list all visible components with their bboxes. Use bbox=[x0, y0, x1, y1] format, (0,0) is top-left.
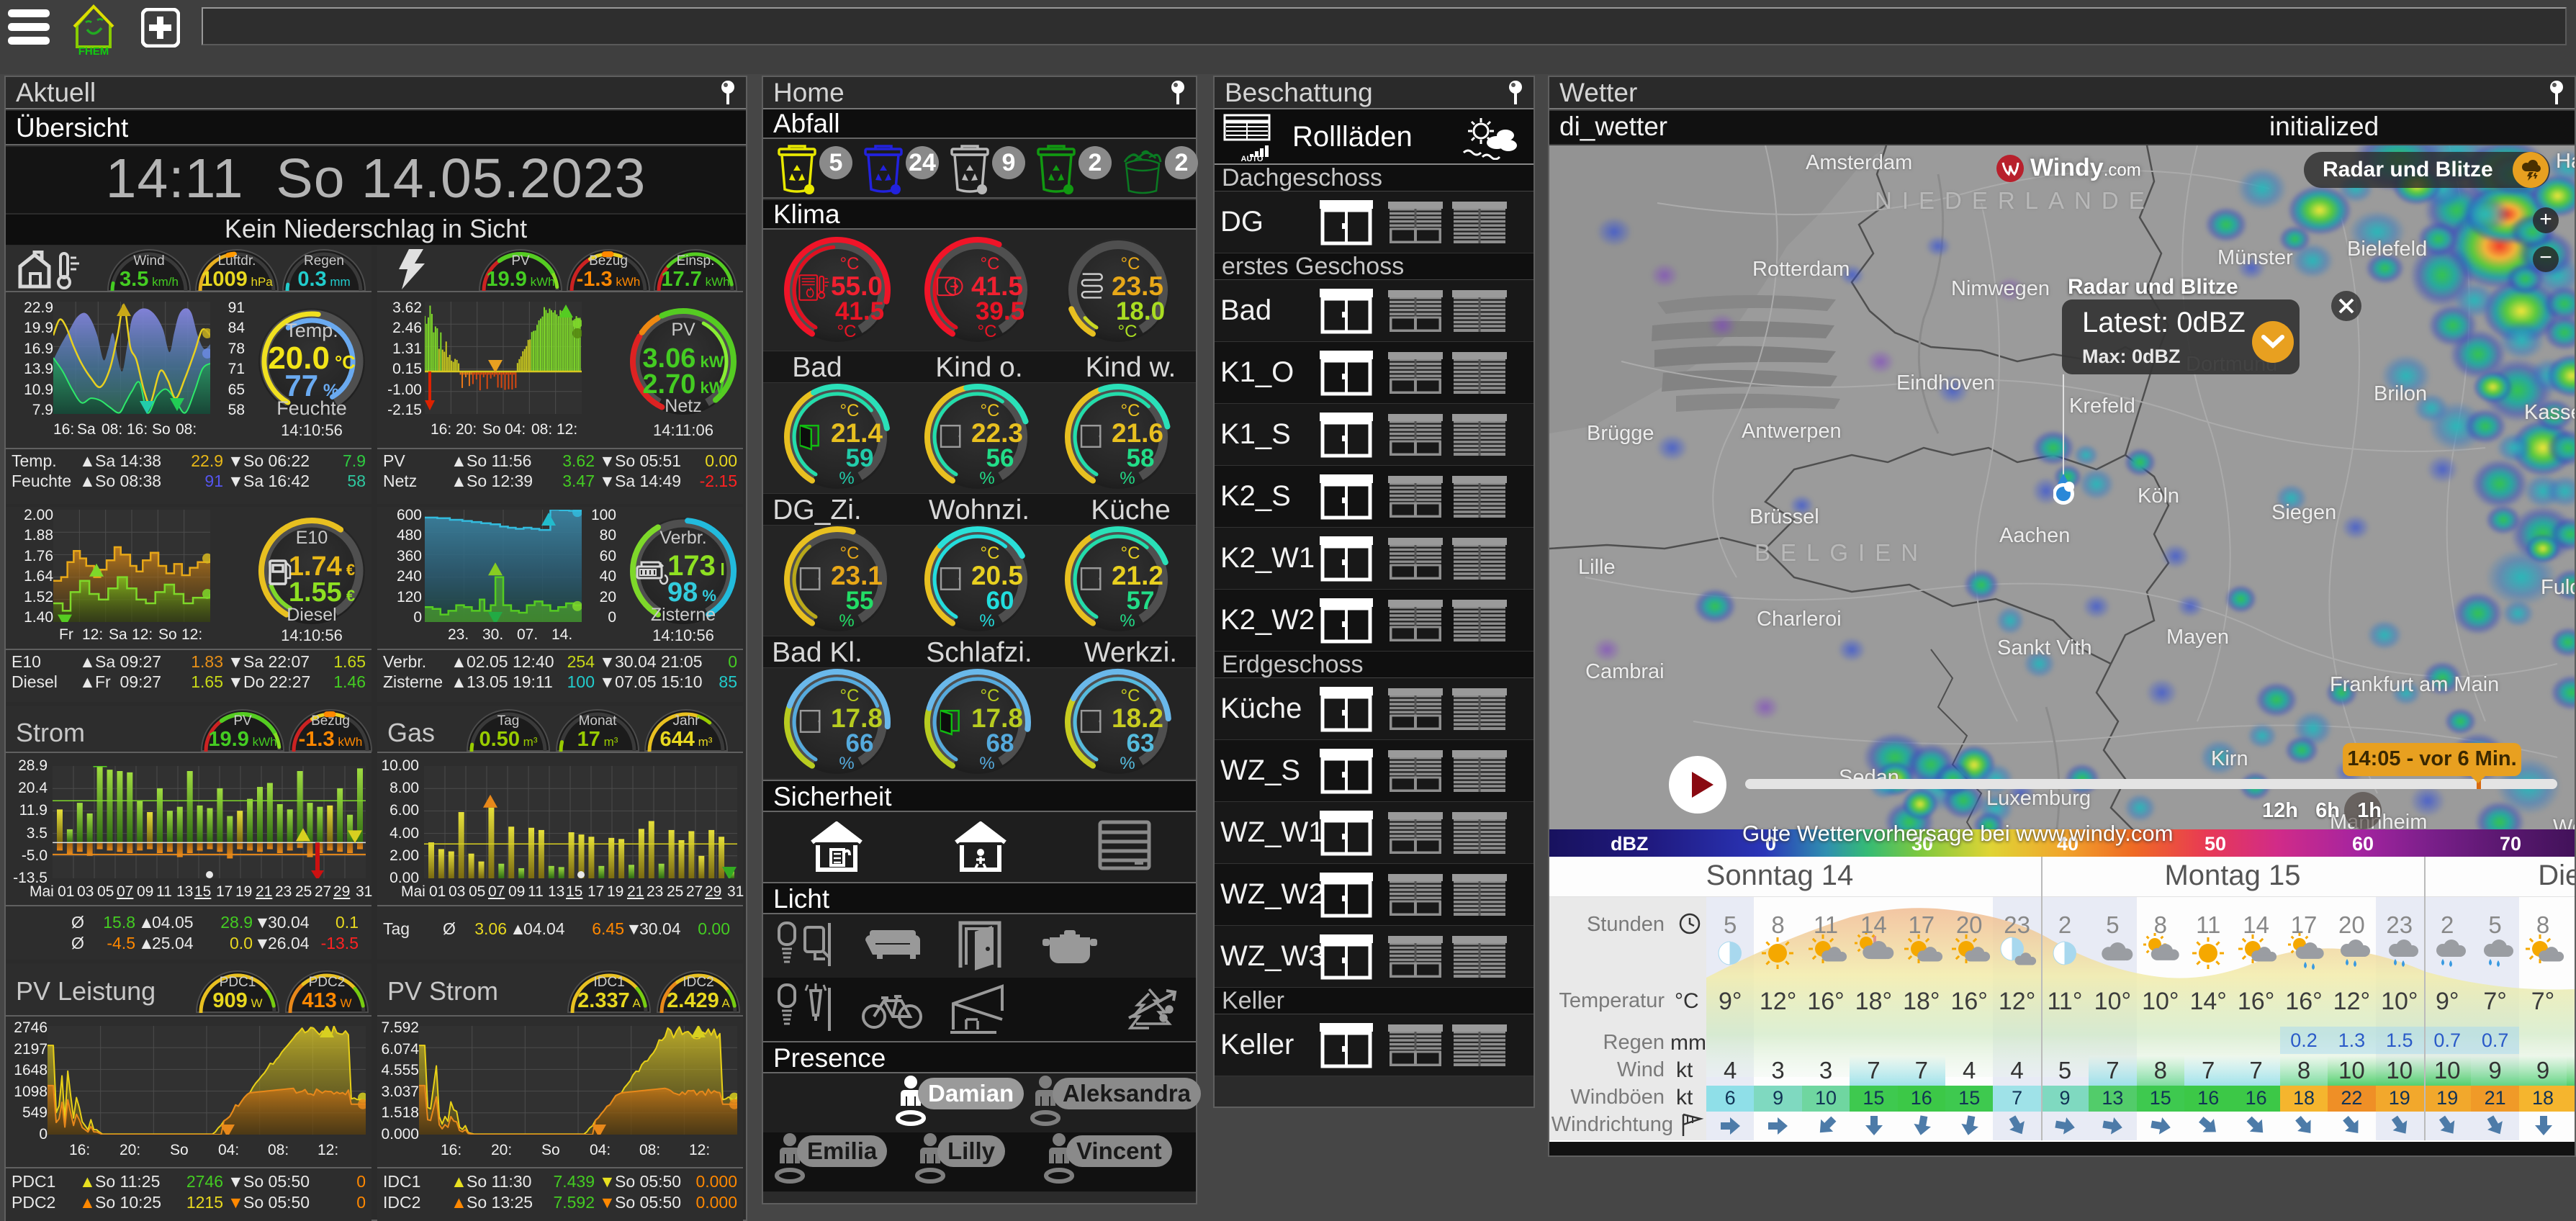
svg-text:23.1: 23.1 bbox=[831, 561, 883, 590]
svg-text:°C: °C bbox=[981, 686, 1000, 706]
svg-text:Netz: Netz bbox=[665, 396, 701, 416]
svg-text:°C: °C bbox=[1121, 544, 1140, 563]
svg-text:°C: °C bbox=[840, 401, 860, 420]
svg-text:IDC1: IDC1 bbox=[593, 975, 624, 990]
svg-text:Regen: Regen bbox=[304, 253, 344, 269]
svg-text:%: % bbox=[979, 754, 994, 773]
svg-text:PDC1: PDC1 bbox=[220, 975, 256, 990]
svg-text:°C: °C bbox=[978, 322, 997, 341]
svg-text:°C: °C bbox=[981, 401, 1000, 420]
svg-text:AUTO: AUTO bbox=[1241, 155, 1264, 161]
svg-text:°C: °C bbox=[1118, 322, 1138, 341]
svg-text:55.0: 55.0 bbox=[831, 271, 883, 301]
svg-text:E10: E10 bbox=[296, 528, 328, 548]
svg-text:Monat: Monat bbox=[579, 713, 618, 729]
svg-text:22.3: 22.3 bbox=[971, 418, 1023, 448]
svg-text:Einsp.: Einsp. bbox=[677, 253, 715, 269]
svg-text:°C: °C bbox=[840, 686, 860, 706]
svg-text:Luftdr.: Luftdr. bbox=[218, 253, 256, 269]
svg-text:Verbr.: Verbr. bbox=[659, 528, 706, 548]
svg-text:°C: °C bbox=[1121, 686, 1140, 706]
svg-text:PV: PV bbox=[511, 253, 530, 269]
svg-text:°C: °C bbox=[981, 254, 1000, 274]
svg-text:°C: °C bbox=[1121, 254, 1140, 274]
svg-text:%: % bbox=[1120, 754, 1135, 773]
svg-text:Wind: Wind bbox=[133, 253, 164, 269]
svg-text:17.8: 17.8 bbox=[831, 703, 883, 733]
svg-text:%: % bbox=[839, 469, 854, 488]
svg-text:FHEM: FHEM bbox=[78, 45, 109, 55]
svg-text:Temp.: Temp. bbox=[285, 320, 338, 341]
svg-text:21.2: 21.2 bbox=[1112, 561, 1163, 590]
svg-text:PV: PV bbox=[671, 320, 695, 340]
svg-text:PDC2: PDC2 bbox=[309, 975, 346, 990]
svg-text:Feuchte: Feuchte bbox=[276, 397, 347, 418]
svg-text:Zisterne: Zisterne bbox=[651, 605, 716, 625]
svg-text:Tag: Tag bbox=[497, 713, 520, 729]
svg-text:23.5: 23.5 bbox=[1112, 271, 1163, 301]
svg-text:41.5: 41.5 bbox=[971, 271, 1023, 301]
svg-text:°C: °C bbox=[837, 322, 857, 341]
svg-text:Bezug: Bezug bbox=[311, 713, 350, 729]
svg-text:18.2: 18.2 bbox=[1112, 703, 1163, 733]
svg-text:%: % bbox=[979, 611, 994, 631]
svg-text:°C: °C bbox=[981, 544, 1000, 563]
svg-text:Jahr: Jahr bbox=[673, 713, 701, 729]
svg-text:21.4: 21.4 bbox=[831, 418, 883, 448]
svg-text:%: % bbox=[979, 469, 994, 488]
svg-text:20.5: 20.5 bbox=[971, 561, 1023, 590]
svg-text:°C: °C bbox=[840, 544, 860, 563]
svg-text:°C: °C bbox=[840, 254, 860, 274]
svg-text:IDC2: IDC2 bbox=[683, 975, 713, 990]
svg-text:Diesel: Diesel bbox=[287, 605, 336, 625]
svg-text:%: % bbox=[839, 611, 854, 631]
svg-text:21.6: 21.6 bbox=[1112, 418, 1163, 448]
svg-text:°C: °C bbox=[1121, 401, 1140, 420]
svg-text:%: % bbox=[839, 754, 854, 773]
svg-text:%: % bbox=[1120, 611, 1135, 631]
svg-text:17.8: 17.8 bbox=[971, 703, 1023, 733]
svg-text:PV: PV bbox=[233, 713, 252, 729]
svg-text:%: % bbox=[1120, 469, 1135, 488]
svg-text:Bezug: Bezug bbox=[589, 253, 628, 269]
